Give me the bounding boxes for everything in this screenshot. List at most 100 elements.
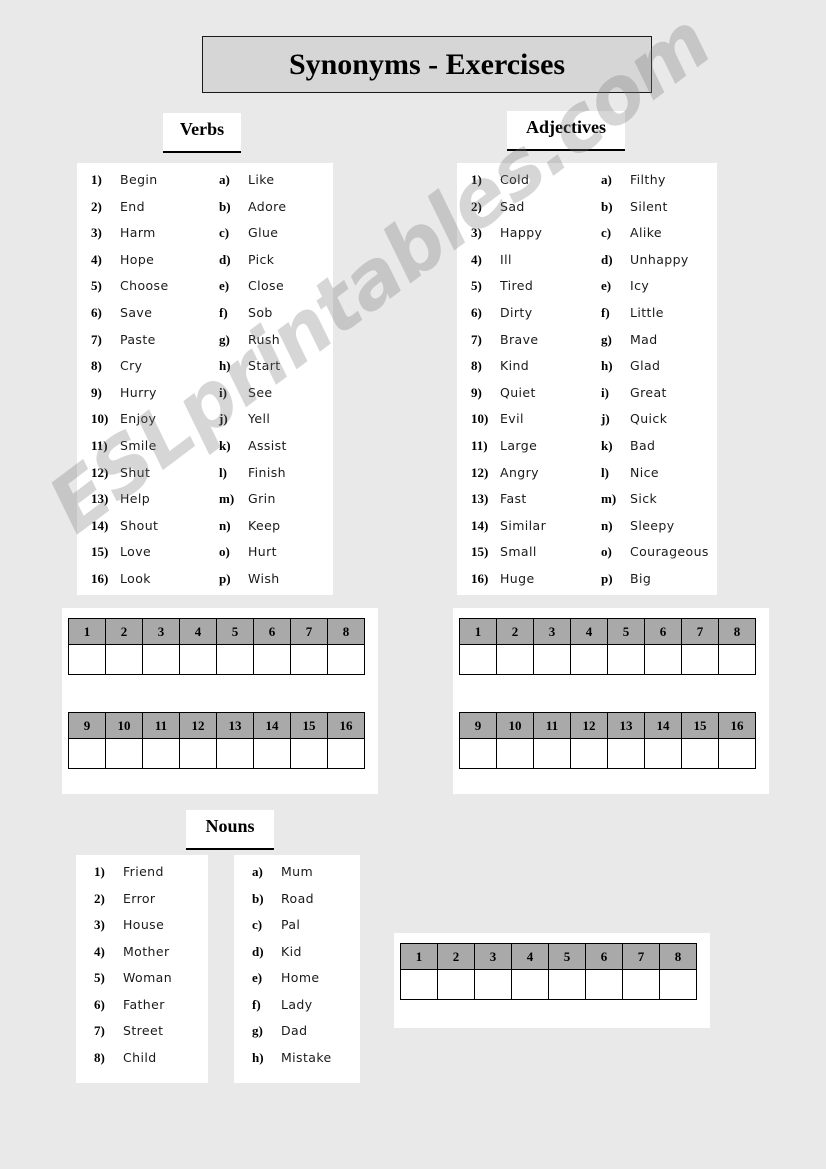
grid-answer-cell[interactable]: [142, 644, 180, 675]
nouns-answer-table-1[interactable]: 12345678: [400, 943, 697, 1000]
verb-lettered-word: Close: [248, 278, 285, 294]
grid-answer-cell[interactable]: [290, 738, 328, 769]
noun-numbered-word: Street: [123, 1023, 164, 1038]
grid-answer-cell[interactable]: [681, 738, 719, 769]
adjectives-answer-table-2[interactable]: 9 10 11 12 13 14 15 16: [459, 712, 756, 769]
adjective-lettered-word: Mad: [630, 331, 658, 347]
grid-answer-cell[interactable]: [400, 969, 438, 1000]
grid-header-cell: 11: [142, 712, 180, 739]
list-item: 2) Sad: [457, 199, 587, 226]
adjective-lettered-marker: h): [601, 358, 613, 374]
list-item: b) Silent: [587, 199, 717, 226]
grid-answer-cell[interactable]: [105, 738, 143, 769]
list-item: 13) Fast: [457, 491, 587, 518]
grid-answer-cell[interactable]: [179, 738, 217, 769]
verb-lettered-marker: e): [219, 278, 230, 294]
grid-answer-cell[interactable]: [533, 644, 571, 675]
verb-numbered-marker: 5): [91, 278, 102, 294]
list-item: d) Kid: [234, 944, 360, 971]
list-item: 13) Help: [77, 491, 205, 518]
adjective-numbered-marker: 9): [471, 384, 482, 400]
list-item: 15) Love: [77, 544, 205, 571]
grid-answer-cell[interactable]: [290, 644, 328, 675]
adjectives-answer-table-1[interactable]: 12345678: [459, 618, 756, 675]
grid-answer-cell[interactable]: [622, 969, 660, 1000]
grid-header-cell: 6: [644, 618, 682, 645]
verb-lettered-marker: p): [219, 570, 231, 586]
grid-answer-cell[interactable]: [607, 738, 645, 769]
adjective-lettered-marker: m): [601, 491, 617, 507]
grid-answer-cell[interactable]: [68, 738, 106, 769]
adjective-lettered-word: Filthy: [630, 172, 666, 187]
grid-answer-cell[interactable]: [533, 738, 571, 769]
grid-answer-cell[interactable]: [548, 969, 586, 1000]
grid-answer-cell[interactable]: [659, 969, 697, 1000]
grid-answer-cell[interactable]: [681, 644, 719, 675]
grid-answer-cell[interactable]: [496, 738, 534, 769]
list-item: 1) Friend: [76, 864, 208, 891]
page-title: Synonyms - Exercises: [288, 47, 566, 81]
noun-numbered-word: House: [123, 917, 165, 932]
nouns-numbered-list-panel: 1) Friend 2) Error 3) House 4) Mother 5) Woman 6) F…: [76, 855, 208, 1083]
verbs-answer-table-2[interactable]: 9 10 11 12 13 14 15 16: [68, 712, 365, 769]
grid-answer-cell[interactable]: [718, 738, 756, 769]
list-item: h) Glad: [587, 358, 717, 385]
grid-answer-cell[interactable]: [511, 969, 549, 1000]
grid-header-cell: 5: [216, 618, 254, 645]
grid-answer-cell[interactable]: [718, 644, 756, 675]
grid-answer-cell[interactable]: [253, 644, 291, 675]
grid-answer-cell[interactable]: [142, 738, 180, 769]
grid-answer-cell[interactable]: [570, 644, 608, 675]
grid-answer-cell[interactable]: [179, 644, 217, 675]
list-item: 1) Begin: [77, 172, 205, 199]
verbs-numbered-column: 1) Begin 2) End 3) Harm 4) Hope 5) Choose 6) Save 7)…: [77, 172, 205, 595]
grid-header-cell: 5: [548, 943, 586, 970]
adjective-numbered-word: Large: [500, 437, 538, 453]
adjective-lettered-marker: b): [601, 198, 613, 214]
grid-answer-cell[interactable]: [459, 738, 497, 769]
grid-header-cell: 1: [400, 943, 438, 970]
list-item: 10) Enjoy: [77, 411, 205, 438]
list-item: i) Great: [587, 385, 717, 412]
adjective-lettered-marker: l): [601, 464, 609, 480]
adjective-lettered-marker: j): [601, 411, 610, 427]
list-item: 7) Brave: [457, 332, 587, 359]
grid-answer-cell[interactable]: [607, 644, 645, 675]
grid-answer-cell[interactable]: [570, 738, 608, 769]
grid-answer-cell[interactable]: [105, 644, 143, 675]
grid-answer-cell[interactable]: [437, 969, 475, 1000]
list-item: j) Quick: [587, 411, 717, 438]
grid-answer-row[interactable]: [68, 644, 365, 675]
list-item: e) Icy: [587, 278, 717, 305]
adjective-numbered-marker: 3): [471, 225, 482, 241]
verb-lettered-marker: n): [219, 517, 231, 533]
grid-answer-cell[interactable]: [68, 644, 106, 675]
list-item: e) Home: [234, 970, 360, 997]
grid-answer-cell[interactable]: [459, 644, 497, 675]
noun-numbered-word: Error: [123, 890, 156, 906]
grid-answer-cell[interactable]: [644, 644, 682, 675]
grid-header-cell: 2: [437, 943, 475, 970]
grid-answer-row[interactable]: [400, 969, 697, 1000]
grid-header-cell: 12: [179, 712, 217, 739]
grid-answer-row[interactable]: [459, 644, 756, 675]
noun-lettered-marker: f): [252, 996, 261, 1012]
grid-answer-row[interactable]: [68, 738, 365, 769]
grid-answer-cell[interactable]: [644, 738, 682, 769]
grid-answer-cell[interactable]: [474, 969, 512, 1000]
adjective-lettered-word: Little: [630, 304, 664, 320]
grid-answer-cell[interactable]: [496, 644, 534, 675]
list-item: 16) Huge: [457, 571, 587, 598]
verb-lettered-marker: c): [219, 225, 230, 241]
grid-answer-row[interactable]: [459, 738, 756, 769]
grid-header-cell: 8: [659, 943, 697, 970]
verbs-answer-table-1[interactable]: 12345678: [68, 618, 365, 675]
grid-answer-cell[interactable]: [327, 644, 365, 675]
grid-answer-cell[interactable]: [216, 738, 254, 769]
verb-numbered-marker: 4): [91, 251, 102, 267]
grid-answer-cell[interactable]: [253, 738, 291, 769]
adjective-numbered-word: Cold: [500, 172, 530, 187]
grid-answer-cell[interactable]: [327, 738, 365, 769]
grid-answer-cell[interactable]: [216, 644, 254, 675]
grid-answer-cell[interactable]: [585, 969, 623, 1000]
